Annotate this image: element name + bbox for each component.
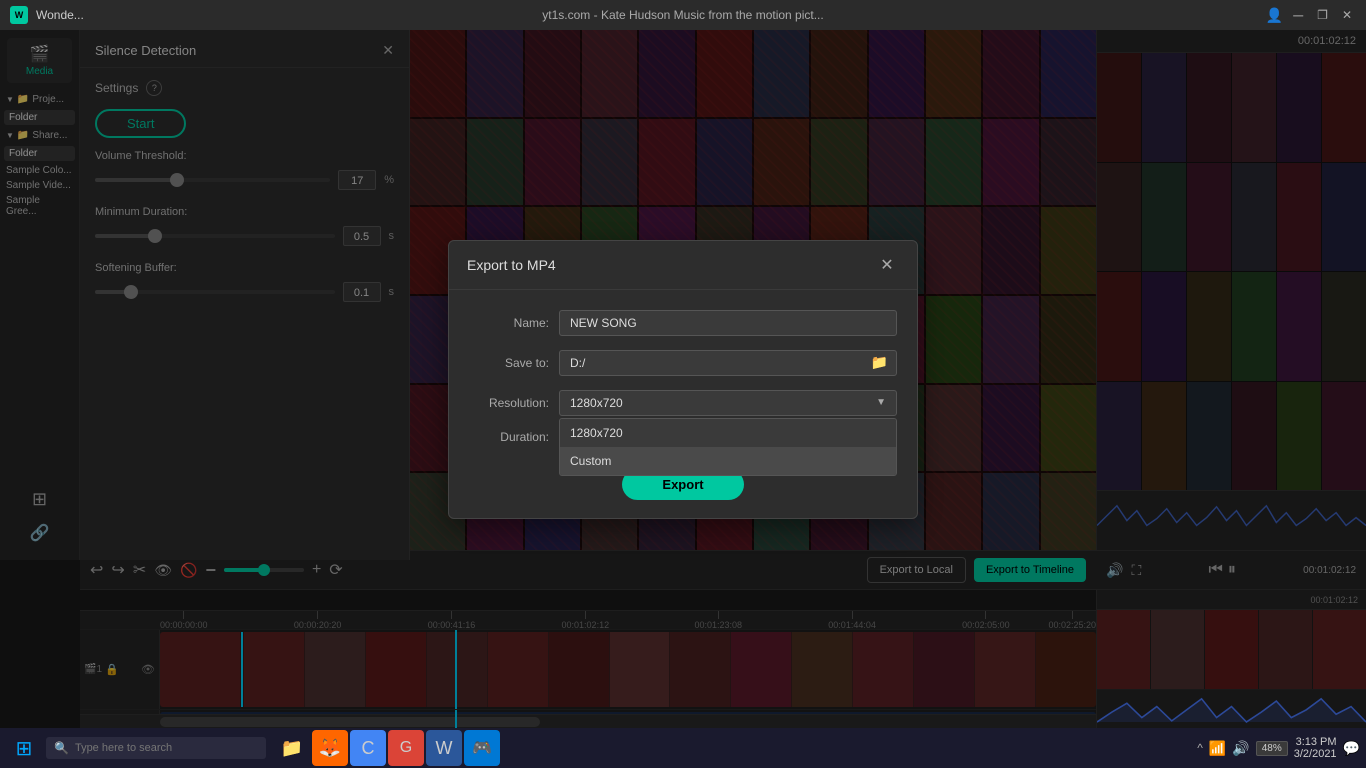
taskbar-search-icon: 🔍 [54,741,69,755]
name-row: Name: [469,310,897,336]
close-button[interactable]: ✕ [1338,8,1356,22]
save-to-row: Save to: 📁 [469,350,897,376]
taskbar-right: ^ 📶 🔊 48% 3:13 PM 3/2/2021 💬 [1197,736,1360,760]
resolution-dropdown-trigger[interactable]: 1280x720 ▼ [559,390,897,416]
resolution-option-1280[interactable]: 1280x720 [560,419,896,447]
taskbar-app-1[interactable]: 📁 [274,730,310,766]
dialog-body: Name: Save to: 📁 Resolution: 1280x720 ▼ [449,290,917,459]
resolution-dropdown-arrow: ▼ [876,397,886,408]
taskbar: ⊞ 🔍 📁 🦊 C G W 🎮 ^ 📶 🔊 48% 3:13 PM 3/2/20… [0,728,1366,768]
browse-folder-button[interactable]: 📁 [863,354,896,371]
titlebar-center-title: yt1s.com - Kate Hudson Music from the mo… [542,8,823,22]
resolution-option-custom[interactable]: Custom [560,447,896,475]
taskbar-time: 3:13 PM [1294,736,1337,748]
name-label: Name: [469,316,549,330]
taskbar-app-3[interactable]: C [350,730,386,766]
resolution-row: Resolution: 1280x720 ▼ 1280x720 Custom [469,390,897,416]
taskbar-app-5[interactable]: W [426,730,462,766]
dialog-header: Export to MP4 ✕ [449,241,917,290]
user-icon[interactable]: 👤 [1266,7,1283,24]
restore-button[interactable]: ❐ [1313,8,1332,22]
titlebar: W Wonde... yt1s.com - Kate Hudson Music … [0,0,1366,30]
taskbar-app-4[interactable]: G [388,730,424,766]
taskbar-chevron[interactable]: ^ [1197,741,1203,755]
taskbar-search-input[interactable] [75,742,258,754]
taskbar-apps: 📁 🦊 C G W 🎮 [274,730,500,766]
name-input[interactable] [559,310,897,336]
dialog-title: Export to MP4 [467,257,556,273]
speaker-icon: 🔊 [1232,740,1249,757]
taskbar-clock: 3:13 PM 3/2/2021 [1294,736,1337,760]
duration-label: Duration: [469,430,549,444]
titlebar-left: W Wonde... [10,6,84,24]
resolution-selected-value: 1280x720 [570,396,623,410]
save-path-input-container: 📁 [559,350,897,376]
start-button[interactable]: ⊞ [6,730,42,766]
wifi-icon: 📶 [1209,740,1226,757]
titlebar-controls: 👤 ─ ❐ ✕ [1266,7,1356,24]
taskbar-date: 3/2/2021 [1294,748,1337,760]
battery-indicator: 48% [1256,741,1288,756]
save-path-input[interactable] [560,351,863,375]
notification-icon[interactable]: 💬 [1343,740,1360,757]
app-name: Wonde... [36,8,84,22]
resolution-label: Resolution: [469,390,549,410]
export-dialog-overlay[interactable]: Export to MP4 ✕ Name: Save to: 📁 Resolut… [0,30,1366,728]
taskbar-search-box[interactable]: 🔍 [46,737,266,759]
export-dialog: Export to MP4 ✕ Name: Save to: 📁 Resolut… [448,240,918,519]
resolution-dropdown-menu: 1280x720 Custom [559,418,897,476]
resolution-select-container: 1280x720 ▼ 1280x720 Custom [559,390,897,416]
taskbar-left: ⊞ 🔍 📁 🦊 C G W 🎮 [6,730,500,766]
save-to-label: Save to: [469,356,549,370]
taskbar-app-6[interactable]: 🎮 [464,730,500,766]
app-logo: W [10,6,28,24]
taskbar-app-2[interactable]: 🦊 [312,730,348,766]
minimize-button[interactable]: ─ [1289,7,1307,23]
dialog-close-button[interactable]: ✕ [875,253,899,277]
